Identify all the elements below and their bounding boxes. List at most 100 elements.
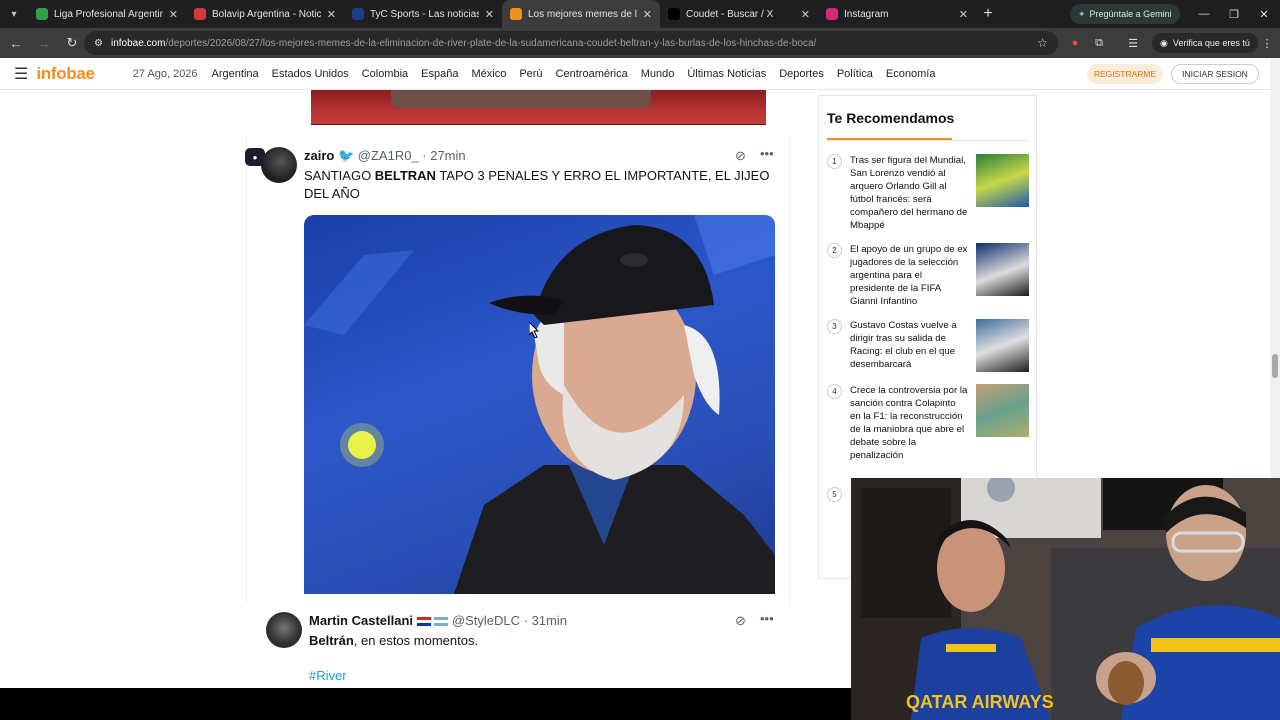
nav-link[interactable]: Últimas Noticias xyxy=(687,68,766,80)
gemini-button[interactable]: ✦ Pregúntale a Gemini xyxy=(1070,4,1180,24)
forward-icon[interactable]: → xyxy=(32,31,56,55)
back-icon[interactable]: ← xyxy=(4,31,28,55)
tweet-text-bold: BELTRAN xyxy=(374,168,436,183)
nav-link[interactable]: España xyxy=(421,68,458,80)
browser-tab[interactable]: TyC Sports - Las noticias de dep ✕ xyxy=(344,0,502,28)
tab-close-icon[interactable]: ✕ xyxy=(327,8,336,21)
tab-favicon-icon xyxy=(352,8,364,20)
browser-menu-icon[interactable]: ⋮ xyxy=(1256,31,1278,55)
maximize-icon[interactable]: ❐ xyxy=(1218,0,1250,28)
nav-link[interactable]: Deportes xyxy=(779,68,824,80)
avatar[interactable] xyxy=(261,147,297,183)
url-path: /deportes/2026/08/27/los-mejores-memes-d… xyxy=(165,37,817,49)
tweet-author-name[interactable]: zairo xyxy=(304,148,334,163)
nav-link[interactable]: Perú xyxy=(519,68,542,80)
browser-tab[interactable]: Liga Profesional Argentina - PO ✕ xyxy=(28,0,186,28)
tab-close-icon[interactable]: ✕ xyxy=(485,8,494,21)
tab-title: Bolavip Argentina - Noticias de xyxy=(212,8,321,20)
tab-favicon-icon xyxy=(510,8,522,20)
title-underline xyxy=(827,138,952,140)
tweet-text-part: , en estos momentos. xyxy=(353,633,479,648)
webcam-video-image: QATAR AIRWAYS xyxy=(851,478,1280,720)
tweet-author-line: Martin Castellani @StyleDLC · 31min xyxy=(309,613,567,628)
previous-embedded-image xyxy=(311,90,766,125)
tab-title: Los mejores memes de la elimina xyxy=(528,8,637,20)
grok-icon[interactable]: ⊘ xyxy=(735,613,746,629)
profile-button[interactable]: ◉ Verifica que eres tú xyxy=(1152,33,1258,53)
nav-link[interactable]: Centroamérica xyxy=(556,68,628,80)
nav-link[interactable]: Economía xyxy=(886,68,936,80)
nav-link[interactable]: Mundo xyxy=(641,68,675,80)
header-date: 27 Ago, 2026 xyxy=(132,67,198,80)
extension-icon[interactable]: ● xyxy=(1064,31,1086,55)
nav-link[interactable]: Política xyxy=(837,68,873,80)
site-logo[interactable]: infobae xyxy=(36,64,95,84)
jersey-sponsor-text: QATAR AIRWAYS xyxy=(906,692,1054,712)
tweet-text: SANTIAGO BELTRAN TAPO 3 PENALES Y ERRO E… xyxy=(304,167,774,203)
item-thumbnail[interactable] xyxy=(976,243,1029,296)
tab-search-chevron-icon[interactable]: ▾ xyxy=(0,0,28,28)
browser-tab[interactable]: Bolavip Argentina - Noticias de ✕ xyxy=(186,0,344,28)
recommended-title: Te Recomendamos xyxy=(827,110,955,126)
grok-icon[interactable]: ⊘ xyxy=(735,148,746,164)
tab-title: Liga Profesional Argentina - PO xyxy=(54,8,163,20)
nav-link[interactable]: Estados Unidos xyxy=(272,68,349,80)
tab-close-icon[interactable]: ✕ xyxy=(643,8,652,21)
browser-tab[interactable]: Coudet - Buscar / X ✕ xyxy=(660,0,818,28)
nav-link[interactable]: Colombia xyxy=(362,68,408,80)
site-info-icon[interactable]: ⚙ xyxy=(94,38,103,49)
item-thumbnail[interactable] xyxy=(976,384,1029,437)
tab-title: TyC Sports - Las noticias de dep xyxy=(370,8,479,20)
tweet-author-line: zairo 🐦 @ZA1R0_ · 27min xyxy=(304,148,466,164)
bottom-black-bar xyxy=(0,688,851,720)
menu-icon[interactable]: ☰ xyxy=(14,64,28,84)
item-thumbnail[interactable] xyxy=(976,319,1029,372)
item-headline[interactable]: El apoyo de un grupo de ex jugadores de … xyxy=(850,243,968,308)
site-header: ☰ infobae 27 Ago, 2026 Argentina Estados … xyxy=(0,58,1270,90)
webcam-overlay: QATAR AIRWAYS xyxy=(851,478,1280,720)
tweet-handle-time[interactable]: @ZA1R0_ · 27min xyxy=(358,148,466,163)
reading-list-icon[interactable]: ☰ xyxy=(1122,31,1144,55)
tweet-text-part: SANTIAGO xyxy=(304,168,375,183)
divider xyxy=(827,140,1029,141)
tweet-handle-time[interactable]: @StyleDLC · 31min xyxy=(452,613,567,628)
more-options-icon[interactable]: ••• xyxy=(760,146,774,161)
avatar[interactable] xyxy=(266,612,302,648)
hashtag-link[interactable]: #River xyxy=(309,668,347,683)
url-bar[interactable]: ⚙ infobae.com/deportes/2026/08/27/los-me… xyxy=(84,31,1058,55)
tab-close-icon[interactable]: ✕ xyxy=(801,8,810,21)
item-number: 5 xyxy=(827,487,842,502)
tweet-author-name[interactable]: Martin Castellani xyxy=(309,613,413,628)
item-headline[interactable]: Tras ser figura del Mundial, San Lorenzo… xyxy=(850,154,968,232)
nav-link[interactable]: Argentina xyxy=(212,68,259,80)
profile-avatar-icon: ◉ xyxy=(1160,37,1168,48)
tab-close-icon[interactable]: ✕ xyxy=(169,8,178,21)
browser-tab[interactable]: Instagram ✕ xyxy=(818,0,976,28)
tab-title: Instagram xyxy=(844,8,889,20)
register-button[interactable]: REGISTRARME xyxy=(1087,64,1163,84)
scrollbar-thumb[interactable] xyxy=(1272,354,1278,378)
login-button[interactable]: INICIAR SESION xyxy=(1171,64,1259,84)
extensions-puzzle-icon[interactable]: ⧉ xyxy=(1088,31,1110,55)
item-headline[interactable]: Gustavo Costas vuelve a dirigir tras su … xyxy=(850,319,968,371)
flag-paraguay-icon xyxy=(416,617,431,627)
tab-close-icon[interactable]: ✕ xyxy=(959,8,968,21)
tweet-text: Beltrán, en estos momentos. xyxy=(309,632,769,650)
tweet-media-image[interactable] xyxy=(304,215,775,594)
browser-tab[interactable]: Los mejores memes de la elimina ✕ xyxy=(502,0,660,28)
item-thumbnail[interactable] xyxy=(976,154,1029,207)
minimize-icon[interactable]: — xyxy=(1188,0,1220,28)
close-window-icon[interactable]: ✕ xyxy=(1248,0,1280,28)
item-number: 2 xyxy=(827,243,842,258)
meme-man-cap-image xyxy=(304,215,775,594)
bookmark-star-icon[interactable]: ☆ xyxy=(1037,36,1048,50)
more-options-icon[interactable]: ••• xyxy=(760,611,774,626)
section-nav: Argentina Estados Unidos Colombia España Méx… xyxy=(212,68,949,80)
new-tab-button[interactable]: + xyxy=(976,5,1000,23)
item-number: 3 xyxy=(827,319,842,334)
tweet-text-bold: Beltrán xyxy=(309,633,354,648)
reload-icon[interactable]: ↻ xyxy=(60,31,84,55)
nav-link[interactable]: México xyxy=(471,68,506,80)
item-headline[interactable]: Crece la controversia por la sanción con… xyxy=(850,384,968,462)
gemini-icon: ✦ xyxy=(1078,8,1086,19)
